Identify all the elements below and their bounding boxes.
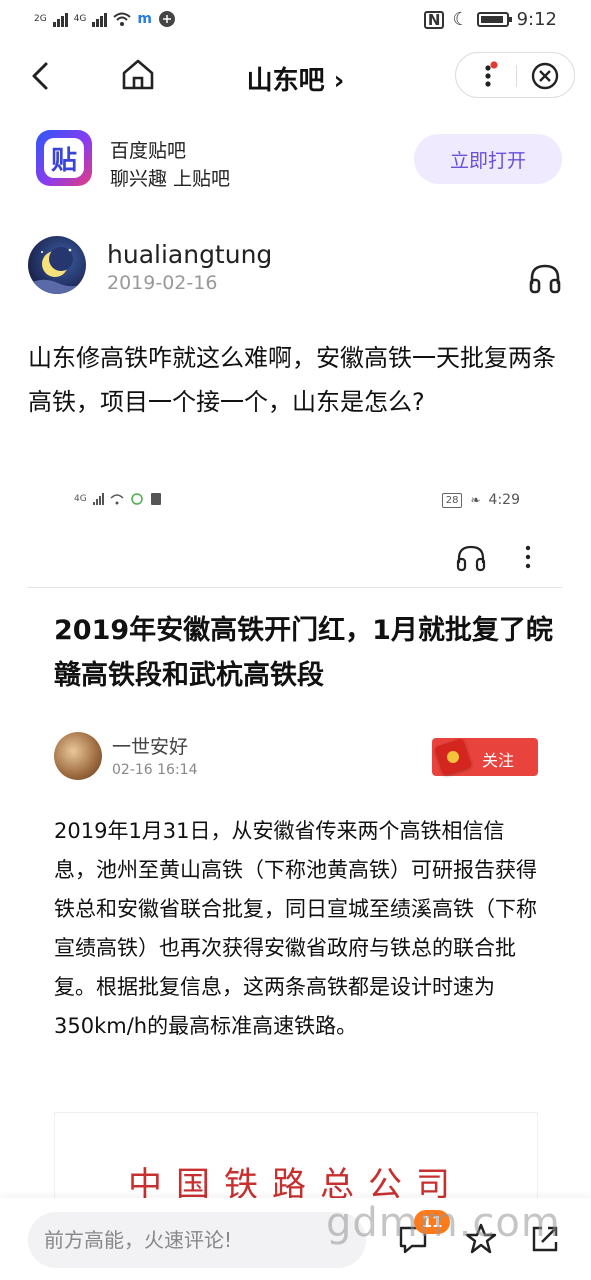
- comment-count-badge: 11: [414, 1210, 450, 1234]
- forum-title-text: 山东吧: [246, 66, 325, 96]
- author-name[interactable]: 一世安好: [112, 732, 188, 759]
- capsule-divider: [516, 65, 517, 87]
- status-time: 9:12: [516, 9, 557, 30]
- moon-icon: ☾: [452, 9, 469, 30]
- post-date: 2019-02-16: [107, 272, 218, 294]
- post-content: 山东修高铁咋就这么难啊，安徽高铁一天批复两条高铁，项目一个接一个，山东是怎么?: [28, 344, 556, 416]
- m-app-icon: m: [137, 11, 152, 27]
- embedded-more-icon[interactable]: [520, 542, 536, 572]
- close-icon[interactable]: [530, 61, 560, 91]
- author-time: 02-16 16:14: [112, 762, 198, 778]
- tieba-logo-icon: 贴: [36, 130, 92, 186]
- moon-avatar-icon: [28, 247, 86, 294]
- article-body: 2019年1月31日，从安徽省传来两个高铁相信信息，池州至黄山高铁（下称池黄高铁…: [54, 819, 537, 1038]
- embedded-status-bar: 4G 28 ❧ 4:29: [70, 492, 530, 512]
- embedded-app-icon: [130, 493, 143, 505]
- app-name: 百度贴吧: [110, 140, 187, 162]
- embedded-battery: 28: [441, 492, 463, 508]
- nav-bar: 山东吧 ›: [0, 44, 591, 108]
- author-avatar[interactable]: [54, 732, 102, 780]
- nfc-icon: N: [423, 10, 445, 29]
- embedded-network-label: 4G: [74, 494, 87, 504]
- embedded-leaf-icon: ❧: [470, 493, 481, 507]
- embedded-signal-icon: [92, 493, 104, 505]
- more-vertical-icon[interactable]: [478, 61, 498, 91]
- network-4g-label: 4G: [73, 14, 87, 24]
- embedded-status-right: 28 ❧ 4:29: [441, 492, 520, 508]
- network-2g-label: 2G: [34, 14, 47, 24]
- status-bar: 2G 4G m N ☾ 9:12: [0, 0, 591, 44]
- mini-program-capsule: [455, 52, 575, 98]
- embedded-time: 4:29: [488, 492, 520, 508]
- share-icon[interactable]: [528, 1222, 562, 1256]
- avatar[interactable]: [28, 236, 86, 294]
- open-app-button[interactable]: 立即打开: [414, 134, 562, 184]
- embedded-sd-icon: [150, 493, 161, 505]
- status-left: 2G 4G m: [34, 10, 176, 28]
- username[interactable]: hualiangtung: [107, 240, 272, 269]
- article-image: 中国铁路总公司: [54, 1112, 538, 1212]
- embedded-headphones-icon[interactable]: [456, 544, 486, 572]
- headphones-icon[interactable]: [528, 262, 562, 294]
- comment-input[interactable]: 前方高能，火速评论!: [28, 1212, 366, 1268]
- signal-icon-2: [92, 11, 108, 27]
- status-right: N ☾ 9:12: [423, 9, 557, 30]
- app-slogan: 聊兴趣 上贴吧: [110, 168, 231, 190]
- wifi-icon: [113, 12, 132, 26]
- follow-label: 关注: [482, 751, 515, 770]
- embedded-wifi-icon: [110, 494, 124, 505]
- app-banner: 贴 百度贴吧 聊兴趣 上贴吧 立即打开: [0, 124, 591, 200]
- logo-char: 贴: [44, 138, 84, 178]
- embedded-status-left: 4G: [74, 492, 162, 506]
- browser-icon: [159, 11, 175, 27]
- star-icon[interactable]: [464, 1222, 498, 1256]
- chevron-right-icon: ›: [333, 66, 345, 96]
- bottom-bar: 前方高能，火速评论! 11: [0, 1198, 591, 1280]
- red-envelope-icon: [434, 738, 472, 776]
- battery-icon: [476, 12, 512, 27]
- follow-button[interactable]: 关注: [432, 738, 538, 776]
- divider: [28, 587, 562, 588]
- article-title: 2019年安徽高铁开门红，1月就批复了皖赣高铁段和武杭高铁段: [54, 615, 553, 691]
- signal-icon: [52, 11, 68, 27]
